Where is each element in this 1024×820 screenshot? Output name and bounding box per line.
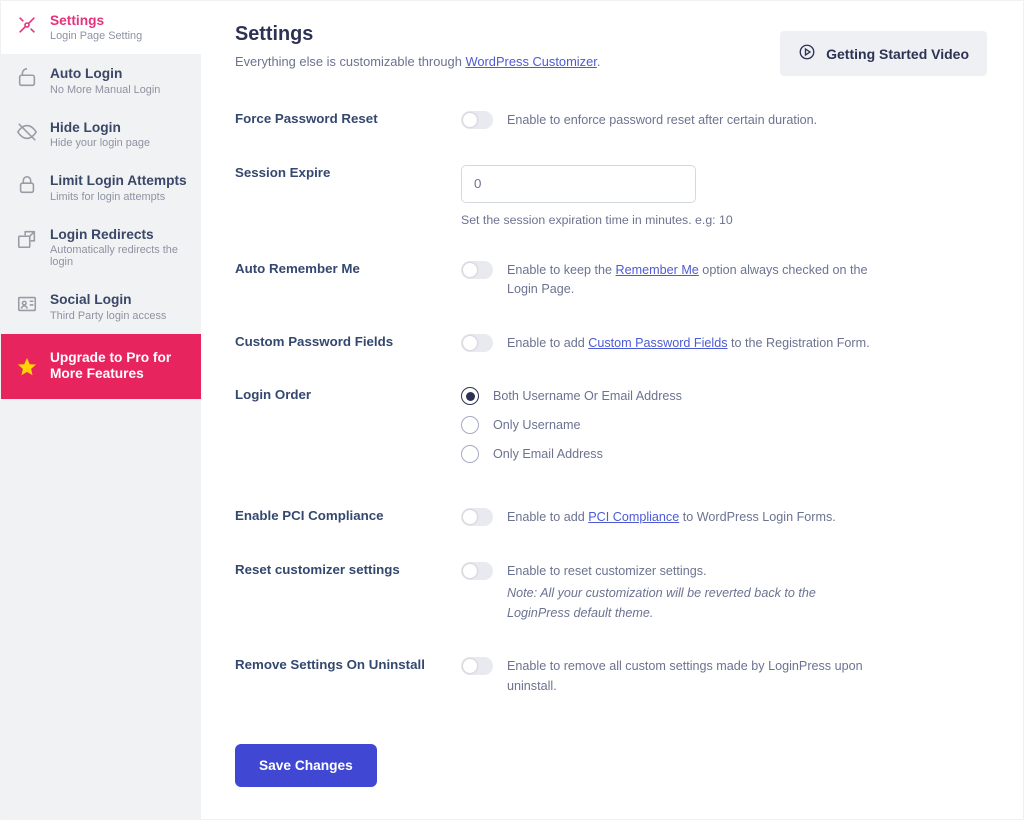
- star-icon: [16, 355, 38, 377]
- getting-started-label: Getting Started Video: [826, 46, 969, 62]
- setting-pci-compliance: Enable PCI Compliance Enable to add PCI …: [235, 492, 987, 546]
- nav-sub: Hide your login page: [50, 137, 150, 149]
- setting-desc: Enable to enforce password reset after c…: [507, 111, 817, 131]
- session-expire-hint: Set the session expiration time in minut…: [461, 213, 733, 227]
- setting-label: Session Expire: [235, 165, 461, 180]
- auto-login-icon: [16, 66, 38, 88]
- settings-icon: [16, 13, 38, 35]
- sidebar: Settings Login Page Setting Auto Login N…: [1, 1, 201, 819]
- setting-desc: Enable to add Custom Password Fields to …: [507, 334, 870, 354]
- setting-reset-customizer: Reset customizer settings Enable to rese…: [235, 546, 987, 642]
- nav-sub: Third Party login access: [50, 310, 166, 322]
- social-login-icon: [16, 292, 38, 314]
- toggle-custom-password[interactable]: [461, 334, 493, 352]
- limit-attempts-icon: [16, 173, 38, 195]
- setting-label: Auto Remember Me: [235, 261, 461, 276]
- nav-sub: No More Manual Login: [50, 84, 160, 96]
- radio-label: Only Username: [493, 418, 581, 432]
- setting-auto-remember: Auto Remember Me Enable to keep the Reme…: [235, 245, 987, 318]
- sidebar-item-hide-login[interactable]: Hide Login Hide your login page: [1, 108, 201, 161]
- setting-label: Enable PCI Compliance: [235, 508, 461, 523]
- setting-desc: Enable to remove all custom settings mad…: [507, 657, 881, 696]
- setting-force-password-reset: Force Password Reset Enable to enforce p…: [235, 95, 987, 149]
- getting-started-button[interactable]: Getting Started Video: [780, 31, 987, 76]
- setting-label: Reset customizer settings: [235, 562, 461, 577]
- setting-remove-on-uninstall: Remove Settings On Uninstall Enable to r…: [235, 641, 987, 714]
- nav-title: Limit Login Attempts: [50, 173, 187, 189]
- sidebar-item-settings[interactable]: Settings Login Page Setting: [1, 1, 201, 54]
- setting-label: Custom Password Fields: [235, 334, 461, 349]
- toggle-remove-uninstall[interactable]: [461, 657, 493, 675]
- radio-icon: [461, 445, 479, 463]
- setting-session-expire: Session Expire Set the session expiratio…: [235, 149, 987, 245]
- toggle-force-password[interactable]: [461, 111, 493, 129]
- session-expire-input[interactable]: [461, 165, 696, 203]
- setting-label: Remove Settings On Uninstall: [235, 657, 461, 672]
- nav-title: Login Redirects: [50, 227, 187, 243]
- sidebar-item-upgrade[interactable]: Upgrade to Pro for More Features: [1, 334, 201, 399]
- toggle-pci[interactable]: [461, 508, 493, 526]
- setting-note: Note: All your customization will be rev…: [507, 584, 881, 623]
- sidebar-item-auto-login[interactable]: Auto Login No More Manual Login: [1, 54, 201, 107]
- nav-sub: Automatically redirects the login: [50, 244, 187, 268]
- radio-icon: [461, 387, 479, 405]
- setting-desc: Enable to add PCI Compliance to WordPres…: [507, 508, 836, 528]
- main-panel: Getting Started Video Settings Everythin…: [201, 1, 1023, 819]
- nav-title: Hide Login: [50, 120, 150, 136]
- upgrade-title: Upgrade to Pro for More Features: [50, 350, 187, 383]
- radio-login-order-email[interactable]: Only Email Address: [461, 445, 682, 463]
- pci-link[interactable]: PCI Compliance: [588, 510, 679, 524]
- nav-title: Social Login: [50, 292, 166, 308]
- setting-login-order: Login Order Both Username Or Email Addre…: [235, 371, 987, 492]
- redirects-icon: [16, 227, 38, 249]
- setting-desc: Enable to keep the Remember Me option al…: [507, 261, 881, 300]
- remember-me-link[interactable]: Remember Me: [616, 263, 699, 277]
- toggle-auto-remember[interactable]: [461, 261, 493, 279]
- sidebar-item-social-login[interactable]: Social Login Third Party login access: [1, 280, 201, 333]
- wp-customizer-link[interactable]: WordPress Customizer: [465, 54, 596, 69]
- setting-label: Login Order: [235, 387, 461, 402]
- sidebar-item-login-redirects[interactable]: Login Redirects Automatically redirects …: [1, 215, 201, 280]
- play-circle-icon: [798, 43, 816, 64]
- nav-title: Settings: [50, 13, 142, 29]
- radio-label: Only Email Address: [493, 447, 603, 461]
- radio-label: Both Username Or Email Address: [493, 389, 682, 403]
- radio-login-order-both[interactable]: Both Username Or Email Address: [461, 387, 682, 405]
- custom-password-link[interactable]: Custom Password Fields: [588, 336, 727, 350]
- nav-sub: Limits for login attempts: [50, 191, 187, 203]
- sidebar-item-limit-attempts[interactable]: Limit Login Attempts Limits for login at…: [1, 161, 201, 214]
- radio-login-order-username[interactable]: Only Username: [461, 416, 682, 434]
- toggle-reset-customizer[interactable]: [461, 562, 493, 580]
- hide-login-icon: [16, 120, 38, 142]
- nav-title: Auto Login: [50, 66, 160, 82]
- setting-desc: Enable to reset customizer settings. Not…: [507, 562, 881, 624]
- save-changes-button[interactable]: Save Changes: [235, 744, 377, 787]
- setting-custom-password-fields: Custom Password Fields Enable to add Cus…: [235, 318, 987, 372]
- setting-label: Force Password Reset: [235, 111, 461, 126]
- nav-sub: Login Page Setting: [50, 30, 142, 42]
- radio-icon: [461, 416, 479, 434]
